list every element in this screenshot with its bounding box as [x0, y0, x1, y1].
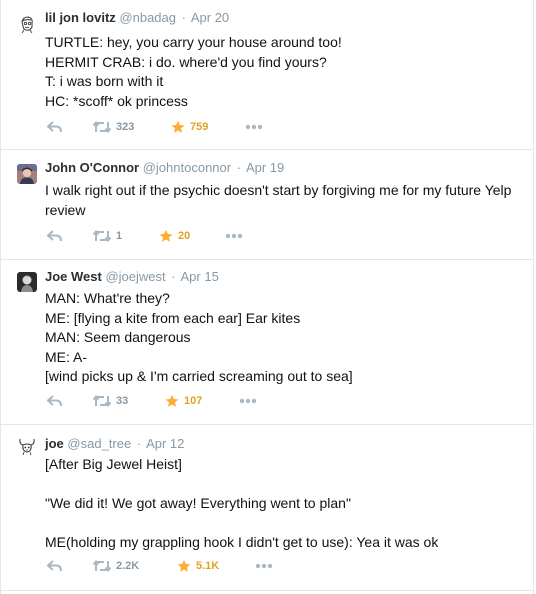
tweet[interactable]: lil jon lovitz @nbadag · Apr 20 TURTLE: … [1, 0, 533, 150]
more-dots-icon [225, 233, 243, 239]
retweet-count: 323 [116, 121, 135, 133]
timestamp[interactable]: Apr 15 [181, 269, 219, 284]
tweet-actions: 2.2K 5.1K [45, 557, 533, 575]
avatar[interactable] [17, 164, 37, 184]
retweet-button[interactable]: 1 [93, 227, 122, 245]
retweet-button[interactable]: 323 [93, 118, 134, 136]
favorite-button[interactable]: 5.1K [177, 557, 219, 575]
tweet-text: TURTLE: hey, you carry your house around… [45, 34, 342, 109]
retweet-count: 2.2K [116, 560, 140, 572]
tweet[interactable]: joe @sad_tree · Apr 12 [After Big Jewel … [1, 425, 533, 591]
favorite-count: 5.1K [196, 560, 220, 572]
timeline: lil jon lovitz @nbadag · Apr 20 TURTLE: … [0, 0, 534, 594]
username[interactable]: @joejwest [105, 269, 165, 284]
tweet-text: MAN: What're they? ME: [flying a kite fr… [45, 290, 353, 384]
retweet-button[interactable]: 33 [93, 392, 128, 410]
display-name[interactable]: Joe West [45, 269, 102, 284]
username[interactable]: @sad_tree [67, 436, 131, 451]
more-dots-icon [255, 563, 273, 569]
reply-button[interactable] [47, 557, 62, 575]
reply-icon [47, 560, 62, 572]
reply-button[interactable] [47, 118, 62, 136]
timestamp[interactable]: Apr 19 [246, 160, 284, 175]
username[interactable]: @johntoconnor [143, 160, 231, 175]
separator-dot: · [171, 269, 176, 284]
retweet-icon [93, 395, 111, 407]
tweet-header: lil jon lovitz @nbadag · Apr 20 [45, 10, 229, 26]
username[interactable]: @nbadag [119, 10, 176, 25]
more-button[interactable] [225, 227, 243, 245]
tweet-text: [After Big Jewel Heist] "We did it! We g… [45, 456, 439, 550]
more-button[interactable] [255, 557, 273, 575]
retweet-count: 1 [116, 230, 123, 242]
display-name[interactable]: joe [45, 436, 64, 451]
tweet-actions: 33 107 [45, 392, 533, 410]
more-button[interactable] [245, 118, 263, 136]
star-icon [171, 120, 185, 133]
tweet-text: I walk right out if the psychic doesn't … [45, 182, 512, 218]
reply-icon [47, 230, 62, 242]
reply-icon [47, 395, 62, 407]
star-icon [165, 394, 179, 407]
favorite-count: 20 [178, 230, 191, 242]
retweet-icon [93, 560, 111, 572]
tweet[interactable]: Joe West @joejwest · Apr 15 MAN: What're… [1, 260, 533, 425]
tweet-header: Joe West @joejwest · Apr 15 [45, 269, 219, 285]
tweet-header: John O'Connor @johntoconnor · Apr 19 [45, 160, 284, 176]
tweet-actions: 323 759 [45, 118, 533, 136]
more-dots-icon [239, 398, 257, 404]
tweet-actions: 1 20 [45, 227, 533, 245]
star-icon [159, 229, 173, 242]
favorite-button[interactable]: 107 [165, 392, 202, 410]
avatar[interactable] [17, 14, 37, 34]
separator-dot: · [181, 10, 186, 25]
timestamp[interactable]: Apr 12 [146, 436, 184, 451]
reply-button[interactable] [47, 392, 62, 410]
reply-icon [47, 121, 62, 133]
display-name[interactable]: lil jon lovitz [45, 10, 116, 25]
favorite-button[interactable]: 759 [171, 118, 208, 136]
more-dots-icon [245, 124, 263, 130]
favorite-button[interactable]: 20 [159, 227, 190, 245]
star-icon [177, 559, 191, 572]
separator-dot: · [236, 160, 242, 175]
favorite-count: 107 [184, 395, 203, 407]
display-name[interactable]: John O'Connor [45, 160, 139, 175]
timestamp[interactable]: Apr 20 [191, 10, 229, 25]
tweet[interactable]: John O'Connor @johntoconnor · Apr 19 I w… [1, 150, 533, 260]
retweet-button[interactable]: 2.2K [93, 557, 139, 575]
avatar[interactable] [17, 436, 37, 456]
horned-sketch-icon [17, 436, 37, 456]
favorite-count: 759 [190, 121, 209, 133]
separator-dot: · [136, 436, 142, 451]
tweet-header: joe @sad_tree · Apr 12 [45, 436, 184, 452]
retweet-icon [93, 121, 111, 133]
avatar[interactable] [17, 272, 37, 292]
sketch-face-icon [17, 14, 37, 34]
profile-photo-icon [17, 164, 37, 184]
more-button[interactable] [239, 392, 257, 410]
retweet-icon [93, 230, 111, 242]
profile-photo-icon [17, 272, 37, 292]
reply-button[interactable] [47, 227, 62, 245]
retweet-count: 33 [116, 395, 129, 407]
